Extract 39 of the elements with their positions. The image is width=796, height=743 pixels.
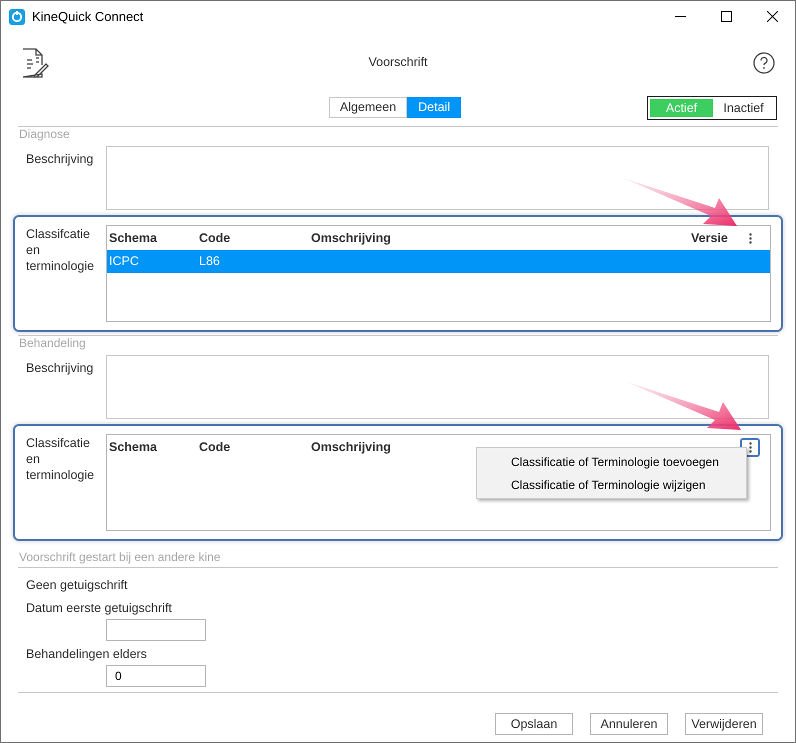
column-header: Omschrijving: [311, 230, 392, 247]
page-title: Voorschrift: [368, 54, 428, 71]
maximize-icon: [720, 11, 732, 22]
number-field[interactable]: 0: [106, 665, 206, 687]
table-cell-text: L86: [199, 253, 221, 270]
action-button[interactable]: Opslaan: [495, 713, 573, 735]
minimize-icon: [674, 16, 686, 17]
field-label: Beschrijving: [26, 151, 94, 168]
column-header: Schema: [109, 230, 158, 247]
column-header: Code: [199, 230, 232, 247]
menu-item[interactable]: Classificatie of Terminologie wijzigen: [477, 473, 746, 496]
window-title: KineQuick Connect: [32, 8, 144, 26]
field-label: Classifcatie en terminologie: [26, 435, 96, 484]
help-icon[interactable]: [753, 52, 775, 74]
field-label: Behandelingen elders: [26, 646, 148, 663]
date-field[interactable]: [106, 619, 206, 641]
field-label: Geen getuigschrift: [26, 577, 128, 594]
table-cell-text: ICPC: [109, 253, 140, 270]
column-header: Omschrijving: [311, 438, 392, 456]
tab[interactable]: Algemeen: [328, 97, 408, 118]
field-label: Datum eerste getuigschrift: [26, 600, 173, 617]
menu-item[interactable]: Classificatie of Terminologie toevoegen: [477, 450, 746, 473]
action-button[interactable]: Verwijderen: [685, 713, 763, 735]
column-header: Schema: [109, 438, 158, 456]
description-field[interactable]: [106, 146, 769, 210]
column-header: Versie: [691, 230, 729, 247]
description-field[interactable]: [106, 355, 769, 419]
document-edit-icon: [21, 48, 49, 78]
field-label: Classifcatie en terminologie: [26, 226, 96, 275]
app-logo-icon: [9, 8, 25, 24]
section-title: Diagnose: [18, 127, 71, 143]
more-icon: [748, 442, 752, 453]
column-header: Code: [199, 438, 232, 456]
section-title: Behandeling: [18, 336, 87, 352]
section-title: Voorschrift gestart bij een andere kine: [18, 550, 222, 566]
close-icon: [766, 11, 778, 22]
field-label: Beschrijving: [26, 360, 94, 377]
action-button[interactable]: Annuleren: [590, 713, 668, 735]
more-icon: [748, 233, 752, 244]
